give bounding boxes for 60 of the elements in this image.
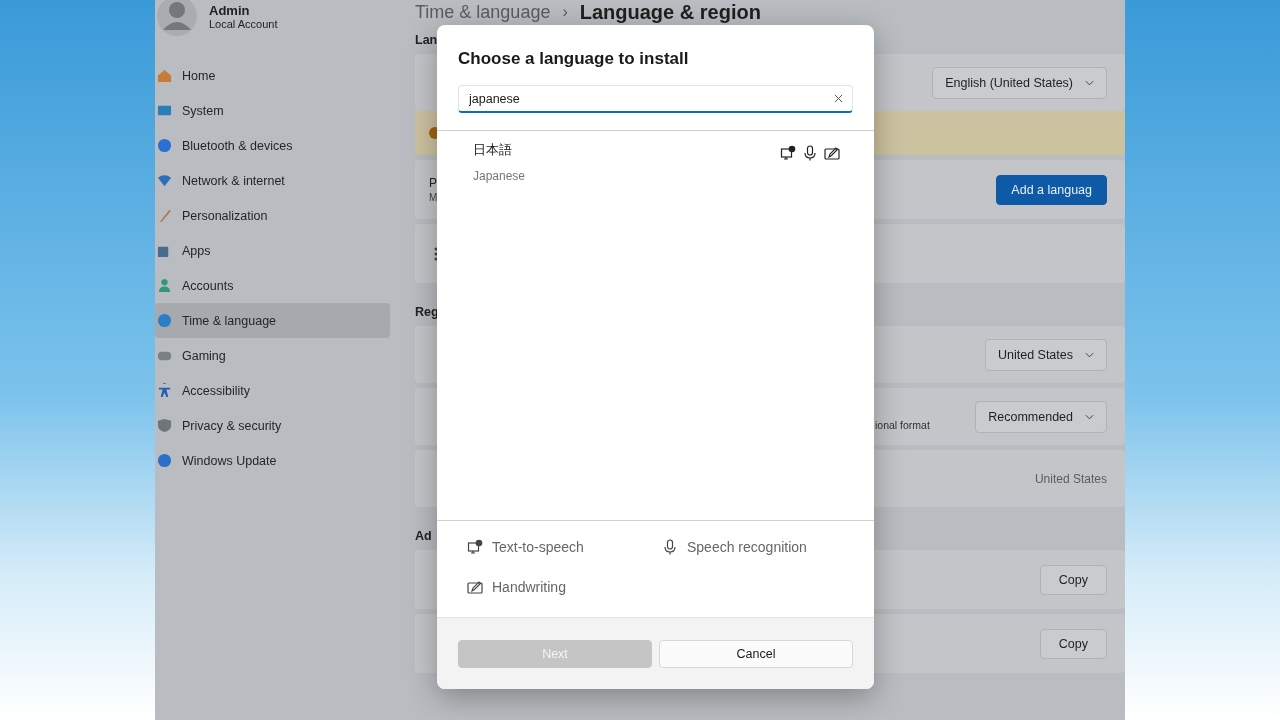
language-name: Japanese — [473, 169, 526, 183]
cancel-button[interactable]: Cancel — [659, 639, 853, 668]
dialog-title: Choose a language to install — [458, 49, 690, 69]
nav-item[interactable]: Time & language — [155, 303, 390, 338]
nav-item[interactable]: Gaming — [155, 338, 390, 373]
dropdown[interactable]: Recommended — [975, 400, 1107, 433]
nav-item[interactable]: System — [155, 93, 390, 128]
add-language-button[interactable]: Add a languag — [996, 174, 1107, 205]
feature-label: Text-to-speech — [492, 538, 584, 555]
section-heading: Lan — [415, 33, 438, 49]
nav-item[interactable]: Privacy & security — [155, 408, 390, 443]
avatar-icon — [157, 0, 197, 36]
nav-icon — [157, 278, 172, 293]
card-title: P — [429, 176, 438, 190]
dropdown[interactable]: English (United States) — [932, 66, 1107, 99]
monitor-speech-icon — [467, 538, 483, 555]
microphone-icon — [662, 538, 678, 555]
chevron-icon — [1085, 79, 1094, 86]
nav-item[interactable]: Windows Update — [155, 443, 390, 478]
account-type: Local Account — [209, 17, 278, 30]
nav-icon — [157, 138, 172, 153]
feature-label: Speech recognition — [687, 538, 807, 555]
language-native-name: 日本語 — [473, 141, 513, 159]
nav-item[interactable]: Network & internet — [155, 163, 390, 198]
nav-icon — [157, 453, 172, 468]
breadcrumb-parent[interactable]: Time & language — [415, 2, 551, 21]
language-item[interactable]: 日本語 Japanese — [437, 131, 874, 193]
pen-icon — [467, 579, 483, 596]
close-icon[interactable] — [834, 94, 843, 103]
copy-button[interactable]: Copy — [1039, 564, 1107, 595]
copy-button[interactable]: Copy — [1039, 628, 1107, 659]
breadcrumb-separator: › — [562, 3, 568, 20]
chevron-icon — [1085, 413, 1094, 420]
account-name: Admin — [209, 2, 251, 18]
nav-item[interactable]: Accessibility — [155, 373, 390, 408]
more-icon — [434, 246, 438, 261]
home-icon — [157, 68, 172, 83]
search-field[interactable]: japanese — [458, 85, 853, 113]
pen-icon — [824, 145, 840, 161]
brush-icon — [157, 208, 172, 223]
person-icon — [157, 383, 172, 398]
card-caption: ional format — [875, 419, 930, 431]
nav-item[interactable]: Home — [155, 58, 390, 93]
nav-icon — [157, 173, 172, 188]
card-subtitle: M — [429, 192, 438, 203]
section-heading: Ad — [415, 529, 432, 545]
feature-label: Handwriting — [492, 579, 566, 596]
nav-icon — [157, 103, 172, 118]
page-title: Language & region — [579, 1, 761, 22]
chevron-icon — [1085, 351, 1094, 358]
dropdown[interactable]: United States — [984, 338, 1107, 371]
nav-item[interactable]: Personalization — [155, 198, 390, 233]
shield-icon — [157, 418, 172, 433]
card-value: United States — [1034, 471, 1107, 486]
nav-item[interactable]: Apps — [155, 233, 390, 268]
nav-icon — [157, 313, 172, 328]
monitor-speech-icon — [780, 145, 796, 161]
microphone-icon — [802, 145, 818, 161]
nav-item[interactable]: Bluetooth & devices — [155, 128, 390, 163]
nav-item[interactable]: Accounts — [155, 268, 390, 303]
